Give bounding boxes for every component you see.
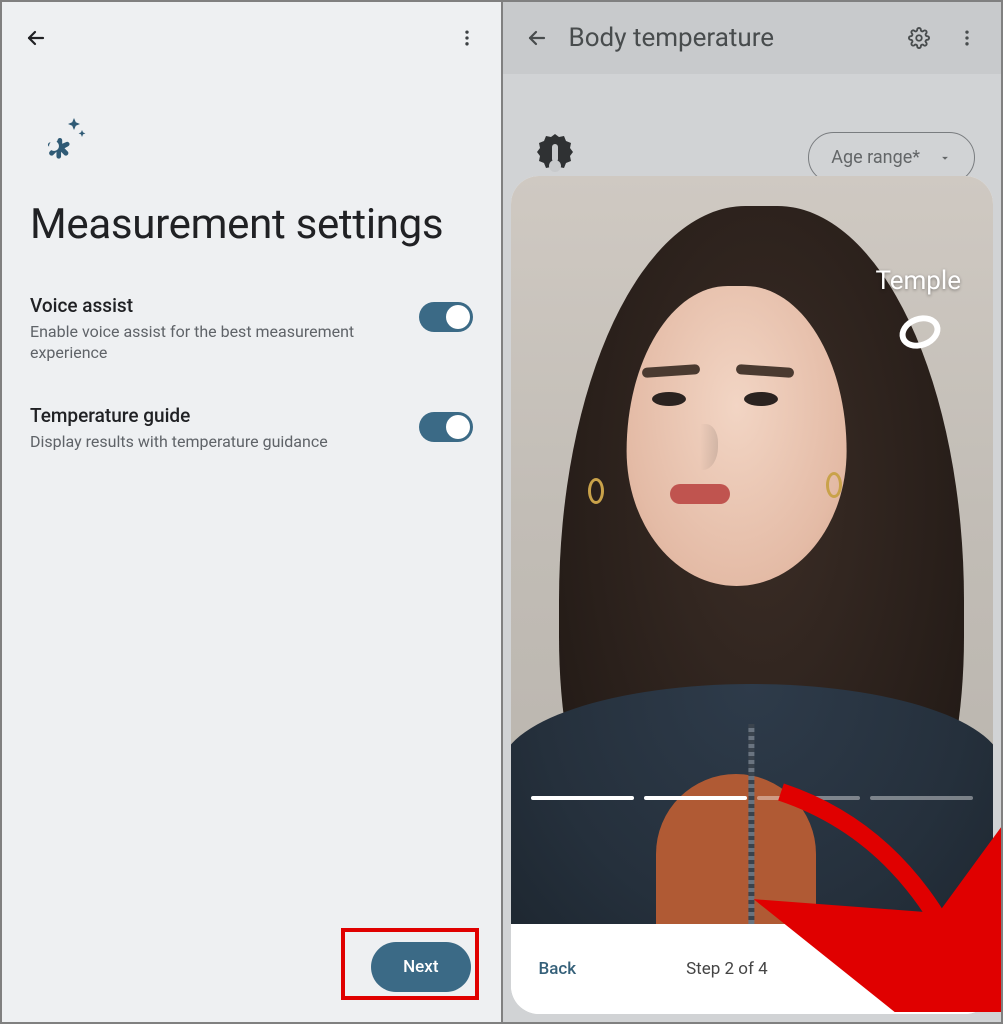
setting-title: Voice assist: [30, 294, 403, 317]
step-indicator: Step 2 of 4: [686, 959, 768, 979]
back-icon[interactable]: [12, 14, 60, 62]
toggle-switch[interactable]: [419, 412, 473, 442]
progress-segment: [870, 796, 973, 800]
setting-title: Temperature guide: [30, 404, 403, 427]
top-bar: [2, 2, 501, 74]
next-button-label: Next: [904, 959, 939, 979]
setting-temperature-guide[interactable]: Temperature guide Display results with t…: [30, 404, 473, 453]
next-button-label: Next: [403, 957, 438, 977]
setting-voice-assist[interactable]: Voice assist Enable voice assist for the…: [30, 294, 473, 364]
temple-label: Temple: [875, 266, 961, 296]
tutorial-photo: Temple: [511, 176, 994, 924]
setting-desc: Enable voice assist for the best measure…: [30, 321, 403, 364]
more-icon[interactable]: [443, 14, 491, 62]
toggle-switch[interactable]: [419, 302, 473, 332]
sheet-footer: Back Step 2 of 4 Next: [511, 924, 994, 1014]
screen-body-temperature: Body temperature Age range*: [503, 2, 1002, 1022]
back-button[interactable]: Back: [539, 959, 577, 979]
progress-indicator: [531, 796, 974, 800]
setting-desc: Display results with temperature guidanc…: [30, 431, 403, 453]
next-button[interactable]: Next: [371, 942, 470, 992]
progress-segment: [757, 796, 860, 800]
gear-sparkle-icon: [30, 114, 86, 170]
screen-measurement-settings: Measurement settings Voice assist Enable…: [2, 2, 501, 1022]
progress-segment: [531, 796, 634, 800]
progress-segment: [644, 796, 747, 800]
tutorial-sheet: Temple Back Step 2 of 4 Next: [511, 176, 994, 1014]
page-title: Measurement settings: [30, 200, 473, 250]
next-button[interactable]: Next: [878, 946, 965, 992]
